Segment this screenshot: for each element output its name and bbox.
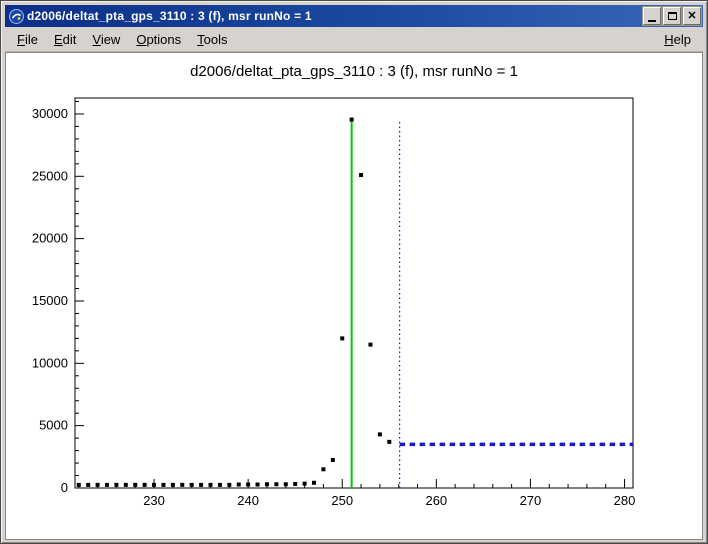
data-point — [246, 483, 250, 487]
data-point — [359, 173, 363, 177]
y-tick-label: 5000 — [39, 418, 68, 433]
data-point — [237, 483, 241, 487]
data-point — [96, 483, 100, 487]
data-point — [265, 482, 269, 486]
menu-help[interactable]: Help — [656, 29, 699, 50]
data-point — [124, 483, 128, 487]
data-point — [77, 483, 81, 487]
data-point — [218, 483, 222, 487]
minimize-icon — [648, 20, 656, 22]
data-point — [86, 483, 90, 487]
histogram-plot: 230 240 250 260 270 280 0 5000 10000 15000 20000 25… — [6, 53, 702, 539]
x-tick-label: 240 — [237, 493, 259, 508]
data-point — [190, 483, 194, 487]
data-point — [387, 440, 391, 444]
maximize-button[interactable] — [663, 7, 681, 25]
x-tick-label: 230 — [143, 493, 165, 508]
app-icon-graphic — [9, 9, 24, 24]
data-point — [105, 483, 109, 487]
y-tick-label: 20000 — [32, 231, 68, 246]
y-tick-label: 10000 — [32, 355, 68, 370]
data-point — [133, 483, 137, 487]
y-tick-label: 15000 — [32, 293, 68, 308]
data-point — [321, 467, 325, 471]
x-tick-label: 270 — [520, 493, 542, 508]
y-tick-label: 30000 — [32, 106, 68, 121]
data-point — [152, 483, 156, 487]
data-point — [114, 483, 118, 487]
app-window: d2006/deltat_pta_gps_3110 : 3 (f), msr r… — [0, 0, 708, 544]
window-title: d2006/deltat_pta_gps_3110 : 3 (f), msr r… — [27, 9, 641, 23]
data-point — [368, 343, 372, 347]
data-point — [143, 483, 147, 487]
plot-frame — [75, 98, 633, 488]
data-point — [227, 483, 231, 487]
y-tick-label: 25000 — [32, 168, 68, 183]
plot-canvas[interactable]: d2006/deltat_pta_gps_3110 : 3 (f), msr r… — [5, 52, 703, 540]
data-point — [312, 481, 316, 485]
app-icon[interactable] — [8, 8, 24, 24]
data-point — [161, 483, 165, 487]
data-point — [209, 483, 213, 487]
data-point — [256, 483, 260, 487]
data-point — [303, 482, 307, 486]
x-tick-label: 250 — [331, 493, 353, 508]
menu-options[interactable]: Options — [128, 29, 189, 50]
menu-file[interactable]: File — [9, 29, 46, 50]
x-tick-label: 260 — [425, 493, 447, 508]
data-point — [293, 482, 297, 486]
data-point — [378, 432, 382, 436]
data-point — [350, 118, 354, 122]
menu-edit[interactable]: Edit — [46, 29, 84, 50]
close-button[interactable]: ✕ — [683, 7, 701, 25]
minimize-button[interactable] — [643, 7, 661, 25]
data-point — [171, 483, 175, 487]
menu-tools[interactable]: Tools — [189, 29, 235, 50]
menu-bar: File Edit View Options Tools Help — [5, 27, 703, 52]
close-icon: ✕ — [687, 11, 696, 22]
maximize-icon — [668, 12, 677, 20]
x-tick-label: 280 — [614, 493, 636, 508]
data-point — [199, 483, 203, 487]
title-bar[interactable]: d2006/deltat_pta_gps_3110 : 3 (f), msr r… — [5, 5, 703, 27]
y-tick-label: 0 — [61, 480, 68, 495]
data-point — [331, 458, 335, 462]
data-point — [284, 482, 288, 486]
data-point — [180, 483, 184, 487]
data-point — [274, 482, 278, 486]
menu-view[interactable]: View — [84, 29, 128, 50]
data-point — [340, 336, 344, 340]
